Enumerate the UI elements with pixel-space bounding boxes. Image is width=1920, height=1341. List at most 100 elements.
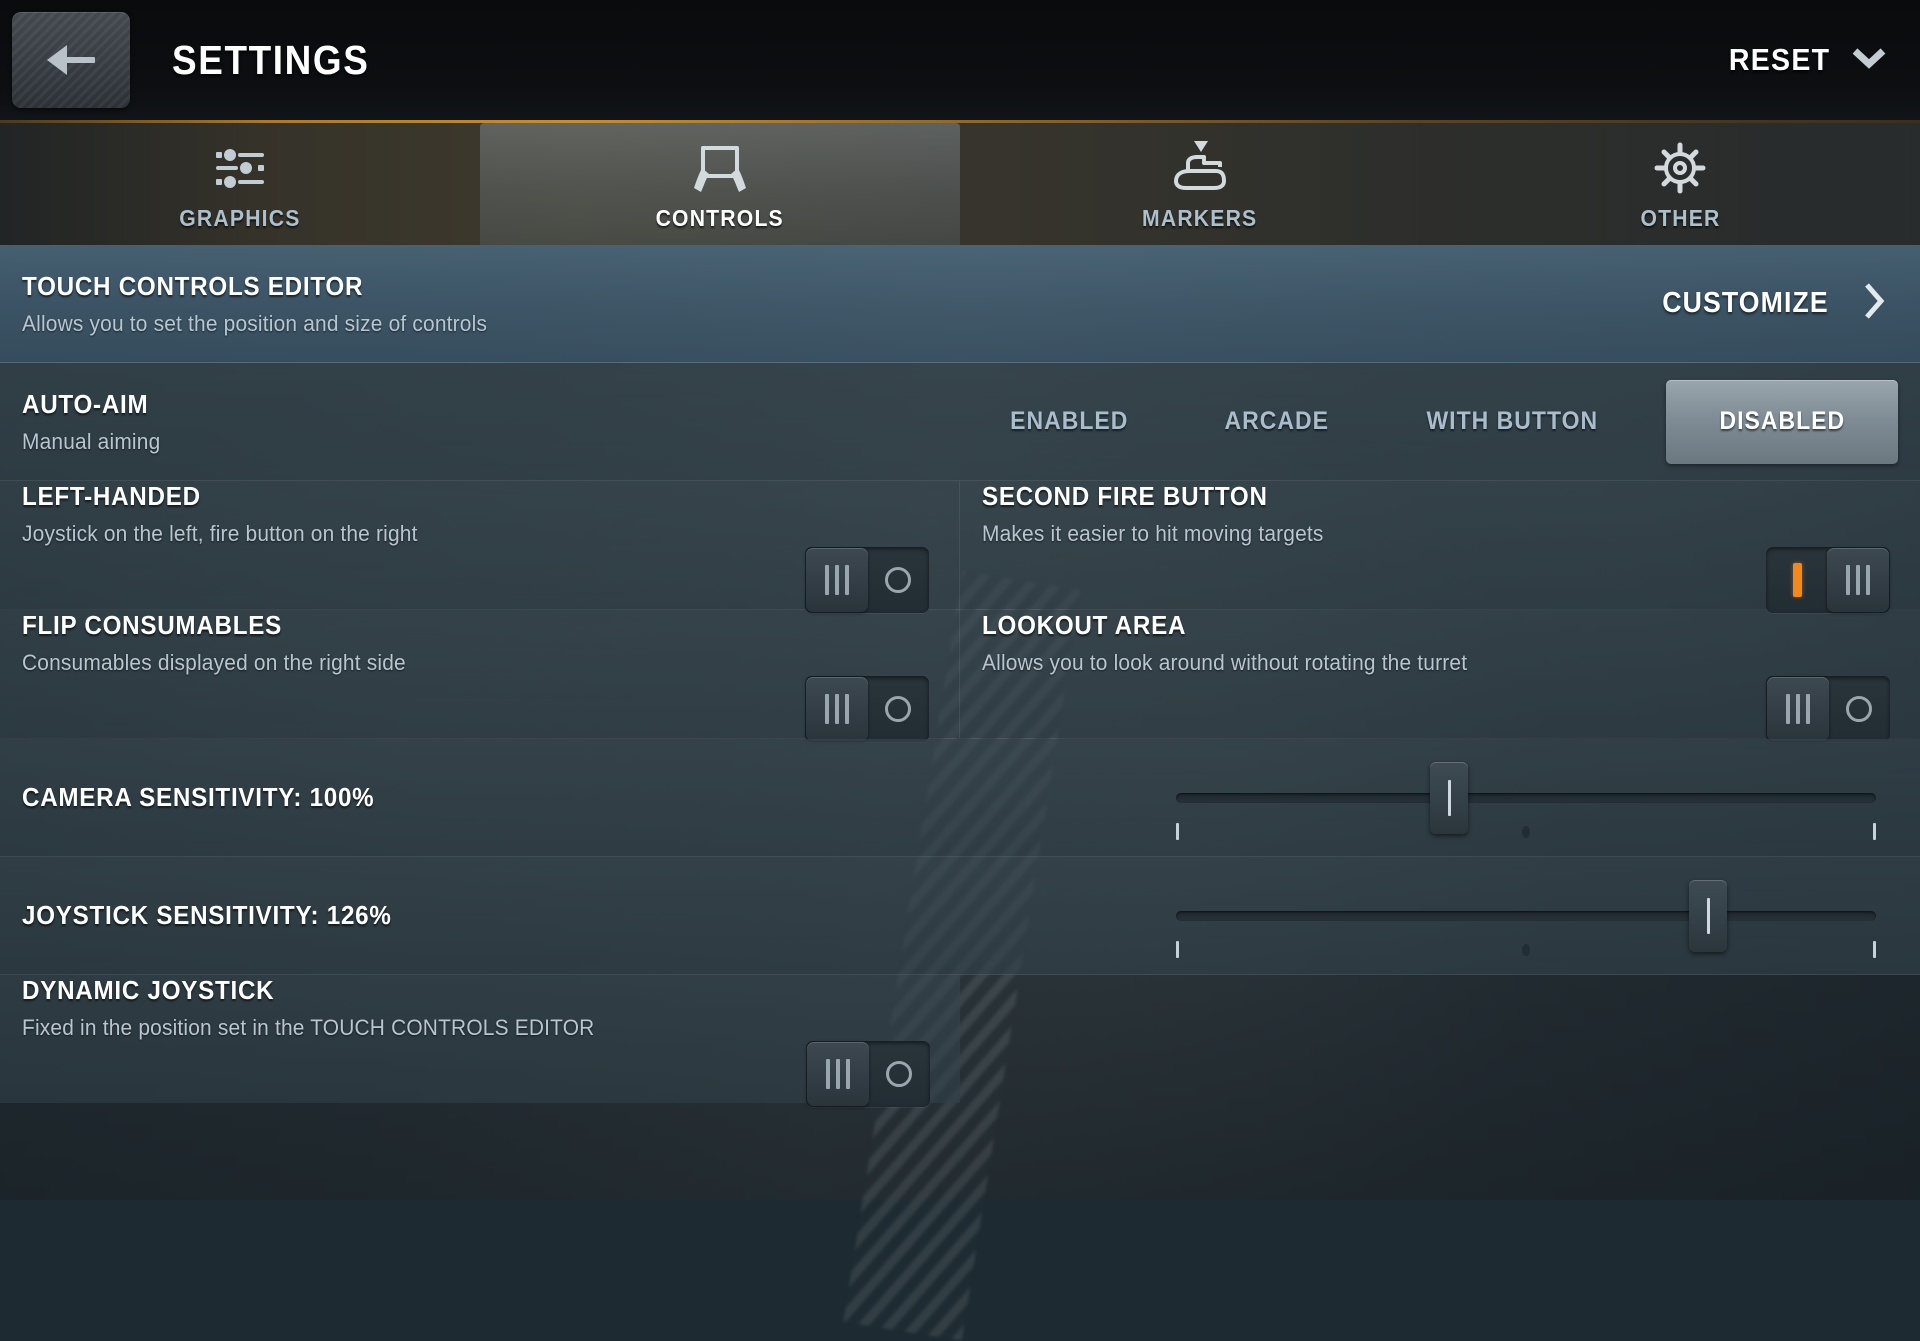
toggle-bars-icon <box>826 1059 850 1089</box>
setting-subtitle: Allows you to look around without rotati… <box>982 650 1852 676</box>
tab-markers[interactable]: MARKERS <box>960 123 1440 245</box>
slider-tick-max <box>1873 941 1876 958</box>
setting-title: TOUCH CONTROLS EDITOR <box>22 271 477 302</box>
tank-marker-icon <box>1168 139 1232 197</box>
row-labels: CAMERA SENSITIVITY: 100% <box>22 782 401 813</box>
row-labels: JOYSTICK SENSITIVITY: 126% <box>22 900 419 931</box>
toggle-knob <box>807 1042 869 1106</box>
row-second-fire-button[interactable]: SECOND FIRE BUTTON Makes it easier to hi… <box>960 481 1920 609</box>
second-fire-button-toggle[interactable] <box>1766 547 1890 613</box>
toggle-bars-icon <box>1786 694 1810 724</box>
setting-subtitle: Allows you to set the position and size … <box>22 311 487 337</box>
setting-subtitle: Makes it easier to hit moving targets <box>982 521 1852 547</box>
row-flip-consumables[interactable]: FLIP CONSUMABLES Consumables displayed o… <box>0 610 960 738</box>
row-left-handed[interactable]: LEFT-HANDED Joystick on the left, fire b… <box>0 481 960 609</box>
reset-button[interactable]: RESET <box>1720 42 1886 78</box>
tab-other[interactable]: OTHER <box>1440 123 1920 245</box>
tab-markers-label: MARKERS <box>1142 205 1257 232</box>
tab-controls[interactable]: CONTROLS <box>480 123 960 245</box>
slider-track[interactable] <box>1176 911 1876 921</box>
row-pair-left-handed-second-fire: LEFT-HANDED Joystick on the left, fire b… <box>0 481 1920 610</box>
setting-title: CAMERA SENSITIVITY: 100% <box>22 782 374 813</box>
toggle-bars-icon <box>1846 565 1870 595</box>
toggle-on-bar-icon <box>1766 547 1828 613</box>
row-labels: AUTO-AIM Manual aiming <box>22 389 168 455</box>
setting-subtitle: Joystick on the left, fire button on the… <box>22 521 891 547</box>
row-labels: DYNAMIC JOYSTICK Fixed in the position s… <box>22 975 938 1041</box>
slider-tick-max <box>1873 823 1876 840</box>
settings-list: TOUCH CONTROLS EDITOR Allows you to set … <box>0 245 1920 1103</box>
back-button[interactable] <box>12 12 130 108</box>
row-camera-sensitivity: CAMERA SENSITIVITY: 100% <box>0 739 1920 857</box>
header-bar: SETTINGS RESET <box>0 0 1920 120</box>
option-label: ENABLED <box>1010 407 1128 436</box>
chevron-right-icon <box>1862 281 1886 326</box>
row-pair-dynamic-joystick: DYNAMIC JOYSTICK Fixed in the position s… <box>0 975 1920 1103</box>
option-label: WITH BUTTON <box>1427 407 1599 436</box>
setting-title: AUTO-AIM <box>22 389 157 420</box>
tab-graphics[interactable]: GRAPHICS <box>0 123 480 245</box>
option-label: DISABLED <box>1719 407 1845 436</box>
auto-aim-segmented-control: ENABLED ARCADE WITH BUTTON DISABLED <box>979 363 1898 480</box>
option-label: ARCADE <box>1224 407 1328 436</box>
setting-title: LEFT-HANDED <box>22 481 873 512</box>
customize-button[interactable]: CUSTOMIZE <box>1655 281 1886 326</box>
slider-tick-min <box>1176 941 1179 958</box>
lookout-area-toggle[interactable] <box>1766 676 1890 742</box>
row-joystick-sensitivity: JOYSTICK SENSITIVITY: 126% <box>0 857 1920 975</box>
row-pair-flip-lookout: FLIP CONSUMABLES Consumables displayed o… <box>0 610 1920 739</box>
toggle-knob <box>806 677 868 741</box>
left-handed-toggle[interactable] <box>805 547 929 613</box>
customize-label: CUSTOMIZE <box>1662 287 1829 320</box>
row-labels: LEFT-HANDED Joystick on the left, fire b… <box>22 481 937 547</box>
tab-other-label: OTHER <box>1640 205 1720 232</box>
camera-sensitivity-slider[interactable] <box>1176 739 1876 857</box>
row-touch-controls-editor[interactable]: TOUCH CONTROLS EDITOR Allows you to set … <box>0 245 1920 363</box>
toggle-circle-icon <box>868 1041 930 1107</box>
row-dynamic-joystick[interactable]: DYNAMIC JOYSTICK Fixed in the position s… <box>0 975 960 1103</box>
page-title: SETTINGS <box>172 37 369 84</box>
row-lookout-area[interactable]: LOOKOUT AREA Allows you to look around w… <box>960 610 1920 738</box>
row-labels: FLIP CONSUMABLES Consumables displayed o… <box>22 610 937 676</box>
tab-controls-label: CONTROLS <box>656 205 784 232</box>
slider-center-dot <box>1522 944 1530 956</box>
auto-aim-option-with-button[interactable]: WITH BUTTON <box>1393 380 1632 464</box>
toggle-bars-icon <box>825 565 849 595</box>
slider-thumb[interactable] <box>1689 880 1727 952</box>
setting-subtitle: Fixed in the position set in the TOUCH C… <box>22 1015 892 1041</box>
auto-aim-option-enabled[interactable]: ENABLED <box>979 380 1160 464</box>
toggle-knob <box>1827 548 1889 612</box>
auto-aim-option-arcade[interactable]: ARCADE <box>1194 380 1360 464</box>
row-auto-aim: AUTO-AIM Manual aiming ENABLED ARCADE WI… <box>0 363 1920 481</box>
toggle-circle-icon <box>867 676 929 742</box>
tab-bar: GRAPHICS CONTROLS <box>0 120 1920 245</box>
chevron-down-icon <box>1852 47 1886 74</box>
setting-title: JOYSTICK SENSITIVITY: 126% <box>22 900 392 931</box>
setting-title: FLIP CONSUMABLES <box>22 610 873 641</box>
auto-aim-option-disabled[interactable]: DISABLED <box>1666 380 1898 464</box>
slider-center-dot <box>1522 826 1530 838</box>
row-labels: SECOND FIRE BUTTON Makes it easier to hi… <box>982 481 1898 547</box>
dynamic-joystick-toggle[interactable] <box>806 1041 930 1107</box>
toggle-bars-icon <box>825 694 849 724</box>
gear-icon <box>1654 139 1706 197</box>
touchscreen-icon <box>689 139 751 197</box>
reset-label: RESET <box>1728 42 1830 78</box>
setting-title: SECOND FIRE BUTTON <box>982 481 1834 512</box>
arrow-left-icon <box>43 40 99 80</box>
toggle-circle-icon <box>867 547 929 613</box>
setting-title: LOOKOUT AREA <box>982 610 1834 641</box>
slider-thumb[interactable] <box>1430 762 1468 834</box>
tab-graphics-label: GRAPHICS <box>179 205 300 232</box>
toggle-circle-icon <box>1828 676 1890 742</box>
joystick-sensitivity-slider[interactable] <box>1176 857 1876 975</box>
slider-track[interactable] <box>1176 793 1876 803</box>
flip-consumables-toggle[interactable] <box>805 676 929 742</box>
toggle-knob <box>1767 677 1829 741</box>
sliders-icon <box>212 139 268 197</box>
setting-subtitle: Consumables displayed on the right side <box>22 650 891 676</box>
row-labels: LOOKOUT AREA Allows you to look around w… <box>982 610 1898 676</box>
toggle-knob <box>806 548 868 612</box>
setting-subtitle: Manual aiming <box>22 429 160 455</box>
slider-tick-min <box>1176 823 1179 840</box>
